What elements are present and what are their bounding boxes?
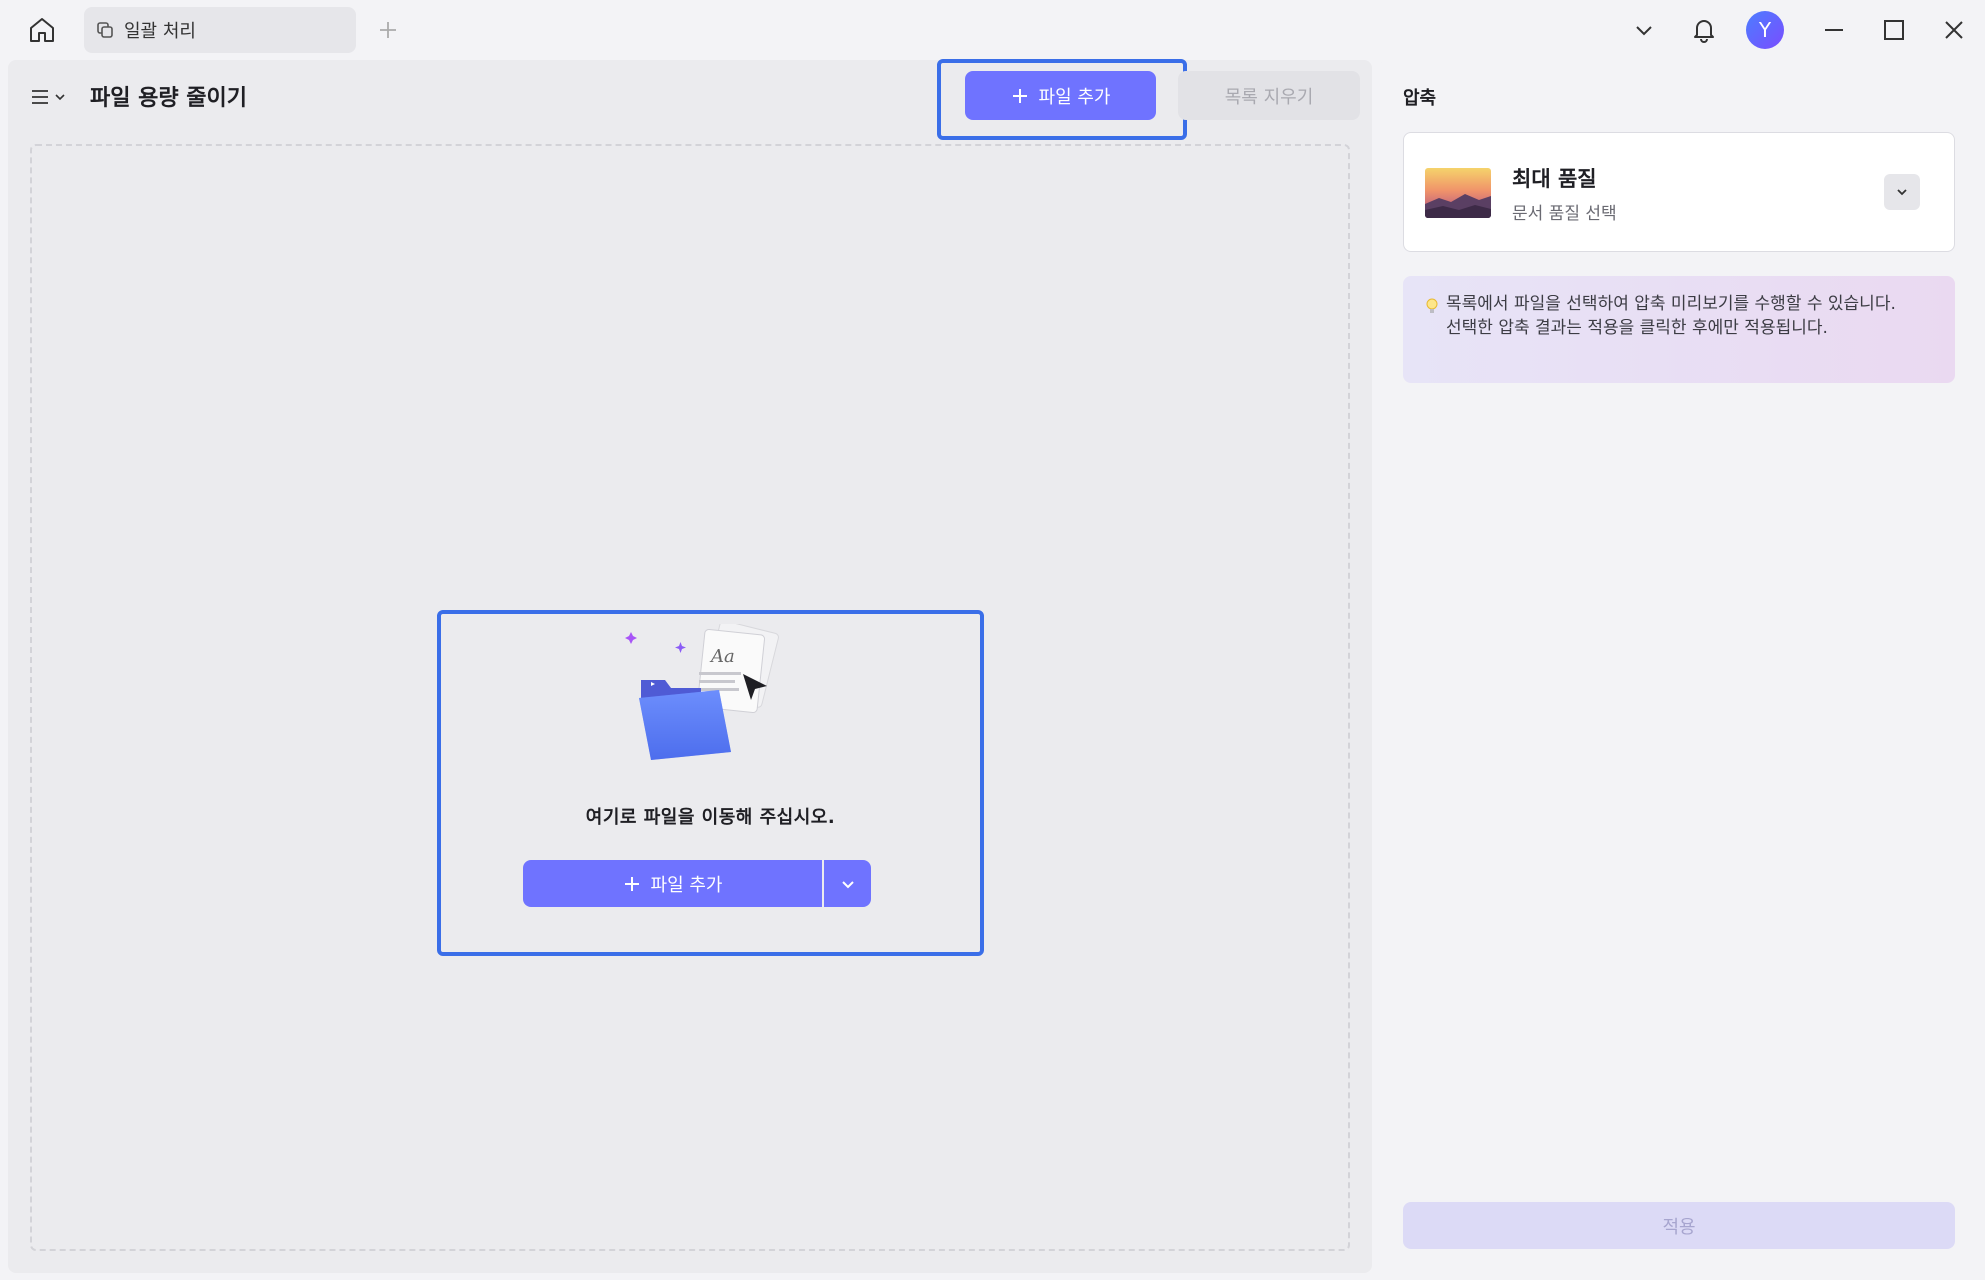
add-files-main-button[interactable]: 파일 추가 xyxy=(523,860,822,907)
clear-list-label: 목록 지우기 xyxy=(1224,86,1314,108)
chevron-down-icon xyxy=(1897,189,1907,196)
tab-batch-process[interactable]: 일괄 처리 xyxy=(84,7,356,53)
menu-button[interactable] xyxy=(30,82,74,112)
add-files-button[interactable]: 파일 추가 xyxy=(965,71,1156,120)
maximize-button[interactable] xyxy=(1874,8,1914,52)
bell-icon xyxy=(1694,20,1714,43)
drop-instruction: 여기로 파일을 이동해 주십시오. xyxy=(585,807,836,828)
chevron-down-icon xyxy=(1636,26,1652,36)
maximize-icon xyxy=(1884,20,1904,40)
apply-button[interactable]: 적용 xyxy=(1403,1202,1955,1249)
lightbulb-icon xyxy=(1426,298,1438,313)
home-icon xyxy=(30,18,54,42)
notifications-button[interactable] xyxy=(1684,8,1724,52)
plus-icon xyxy=(1012,88,1027,103)
minimize-button[interactable] xyxy=(1814,8,1854,52)
quality-subtitle: 문서 품질 선택 xyxy=(1512,204,1617,224)
close-button[interactable] xyxy=(1934,8,1974,52)
chevron-down-icon xyxy=(841,880,854,888)
hamburger-icon xyxy=(32,90,48,104)
page-title: 파일 용량 줄이기 xyxy=(90,86,247,111)
folder-documents-illustration: Aa xyxy=(625,624,779,760)
avatar[interactable]: Y xyxy=(1746,11,1784,49)
plus-icon xyxy=(624,876,639,891)
home-button[interactable] xyxy=(22,12,62,48)
plus-icon xyxy=(380,22,396,38)
minimize-icon xyxy=(1825,29,1843,31)
quality-selector[interactable]: 최대 품질 문서 품질 선택 xyxy=(1403,132,1955,252)
clear-list-button[interactable]: 목록 지우기 xyxy=(1178,71,1360,120)
section-title: 압축 xyxy=(1403,88,1437,109)
title-bar: 일괄 처리 Y xyxy=(0,0,1985,60)
compression-panel: 압축 최대 품질 문서 품질 선택 목록에서 파일을 선택하여 압축 미리보기를… xyxy=(1379,60,1977,1273)
quality-title: 최대 품질 xyxy=(1512,167,1597,191)
tip-box: 목록에서 파일을 선택하여 압축 미리보기를 수행할 수 있습니다. 선택한 압… xyxy=(1403,276,1955,383)
svg-text:Aa: Aa xyxy=(709,646,735,667)
new-tab-button[interactable] xyxy=(372,14,404,46)
apply-label: 적용 xyxy=(1662,1216,1696,1238)
close-icon xyxy=(1945,21,1963,39)
file-list-panel: 파일 용량 줄이기 파일 추가 목록 지우기 Aa 여기로 파일을 이동해 주십… xyxy=(8,59,1372,1273)
add-files-main-label: 파일 추가 xyxy=(650,874,723,896)
tabs-dropdown-button[interactable] xyxy=(1624,8,1664,52)
chevron-down-icon xyxy=(55,94,65,101)
quality-dropdown-button[interactable] xyxy=(1884,174,1920,210)
tip-text: 목록에서 파일을 선택하여 압축 미리보기를 수행할 수 있습니다. 선택한 압… xyxy=(1446,294,1896,338)
add-files-label: 파일 추가 xyxy=(1038,86,1111,108)
tab-label: 일괄 처리 xyxy=(124,21,196,42)
drop-card[interactable]: Aa 여기로 파일을 이동해 주십시오. 파일 추가 xyxy=(437,610,984,956)
quality-thumbnail xyxy=(1425,168,1491,218)
copy-icon xyxy=(97,22,113,38)
add-files-options-button[interactable] xyxy=(824,860,871,907)
